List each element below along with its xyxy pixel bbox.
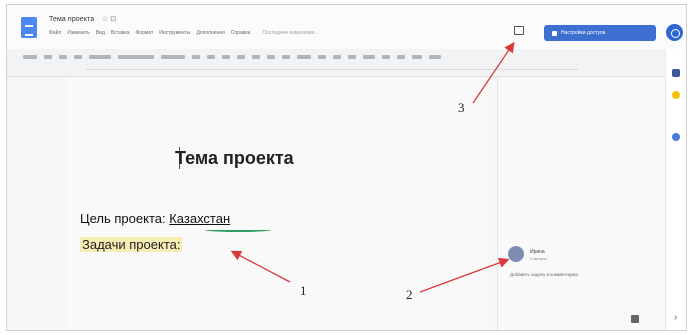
star-move-icons[interactable]: ☆ ⊡ (102, 15, 116, 23)
menu-insert[interactable]: Вставка (111, 30, 130, 36)
comment-history-icon[interactable] (514, 26, 524, 35)
comment-panel (497, 77, 665, 330)
share-button[interactable]: Настройки доступа (544, 25, 656, 41)
tasks-icon[interactable] (672, 133, 680, 141)
comment-card[interactable]: Ирина 2 минуты Добавить задачу в коммент… (508, 246, 648, 284)
spellcheck-underline (205, 228, 271, 232)
side-panel: › (665, 49, 686, 330)
document-page[interactable] (67, 77, 487, 330)
explore-icon[interactable] (631, 315, 639, 323)
menu-file[interactable]: Файл (49, 30, 61, 36)
document-canvas (7, 77, 497, 330)
menu-format[interactable]: Формат (136, 30, 154, 36)
menu-addons[interactable]: Дополнения (196, 30, 224, 36)
docs-icon[interactable] (21, 17, 37, 38)
comment-time: 2 минуты (530, 256, 548, 261)
toolbar-buttons[interactable] (23, 55, 441, 59)
document-title[interactable]: Тема проекта (49, 16, 94, 23)
document-heading[interactable]: Тема проекта (175, 148, 294, 169)
document-line-goal[interactable]: Цель проекта: Казахстан (80, 211, 230, 226)
menu-bar: Файл Изменить Вид Вставка Формат Инструм… (49, 30, 319, 36)
menu-tools[interactable]: Инструменты (159, 30, 190, 36)
menu-help[interactable]: Справка (231, 30, 251, 36)
commenter-name: Ирина (530, 249, 545, 255)
annotation-1: 1 (300, 283, 307, 298)
highlighted-commented-text[interactable]: Задачи проекта: (80, 237, 183, 252)
keep-icon[interactable] (672, 91, 680, 99)
account-avatar-icon[interactable] (666, 24, 683, 41)
formatting-toolbar (7, 49, 686, 77)
annotation-3: 3 (458, 100, 465, 115)
annotation-2: 2 (406, 287, 413, 302)
menu-edit[interactable]: Изменить (67, 30, 90, 36)
comment-reply-field[interactable]: Добавить задачу в комментарии (510, 272, 578, 277)
share-button-label: Настройки доступа (561, 30, 606, 36)
menu-view[interactable]: Вид (96, 30, 105, 36)
commenter-avatar (508, 246, 524, 262)
goal-label: Цель проекта: (80, 211, 170, 226)
goal-value[interactable]: Казахстан (169, 211, 230, 226)
lock-icon (552, 30, 557, 36)
expand-panel-icon[interactable]: › (674, 312, 677, 323)
last-edit-link[interactable]: Последнее изменение... (262, 30, 318, 36)
ruler[interactable] (87, 69, 577, 74)
calendar-icon[interactable] (672, 69, 680, 77)
